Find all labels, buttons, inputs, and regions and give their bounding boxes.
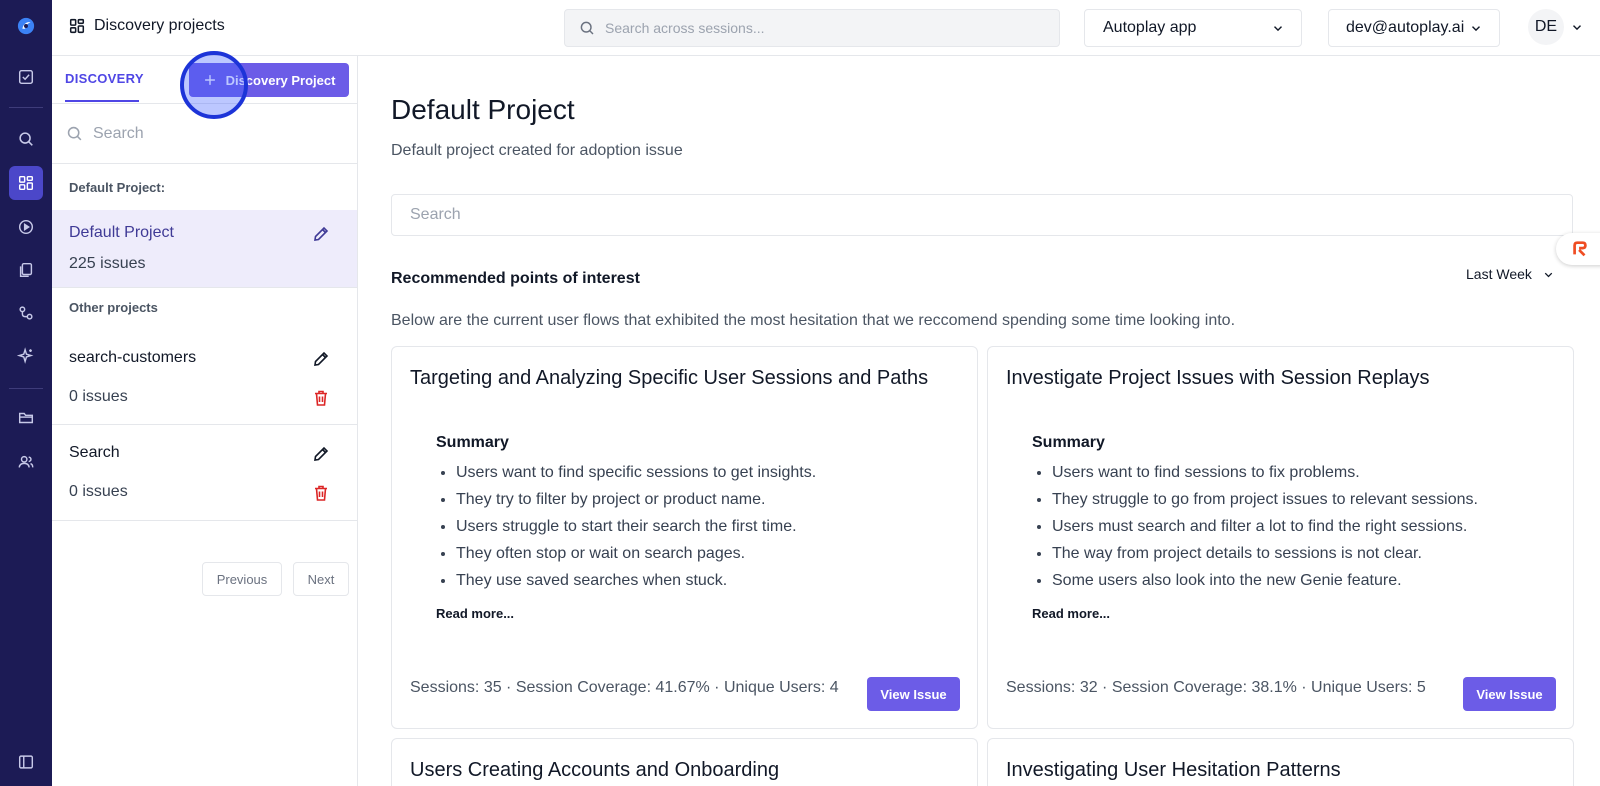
project-name: search-customers xyxy=(69,349,197,366)
global-search-input[interactable]: Search across sessions... xyxy=(564,9,1060,47)
summary-item: Users want to find sessions to fix probl… xyxy=(1052,462,1478,489)
header-title-text: Discovery projects xyxy=(94,17,225,34)
project-name: Default Project xyxy=(69,224,174,241)
project-issue-count: 0 issues xyxy=(69,483,128,500)
chevron-down-icon xyxy=(1274,26,1282,32)
summary-item: Users want to find specific sessions to … xyxy=(456,462,816,489)
edit-icon[interactable] xyxy=(311,444,331,464)
page-subtitle: Default project created for adoption iss… xyxy=(391,142,683,159)
app-select[interactable]: Autoplay app xyxy=(1084,9,1302,47)
trash-icon[interactable] xyxy=(311,483,331,503)
checkbox-icon[interactable] xyxy=(9,60,43,94)
flow-icon[interactable] xyxy=(9,296,43,330)
project-name: Search xyxy=(69,444,120,461)
summary-item: They use saved searches when stuck. xyxy=(456,570,816,597)
top-header: Discovery projects Search across session… xyxy=(52,0,1600,56)
user-select-value: dev@autoplay.ai xyxy=(1346,19,1465,36)
time-range-select[interactable]: Last Week xyxy=(1466,266,1555,282)
sidebar-toggle-icon[interactable] xyxy=(9,745,43,779)
issues-search-input[interactable]: Search xyxy=(391,194,1573,236)
issue-card-title: Investigating User Hesitation Patterns xyxy=(1006,759,1341,781)
summary-item: They struggle to go from project issues … xyxy=(1052,489,1478,516)
page-title: Default Project xyxy=(391,94,575,125)
grid-icon xyxy=(69,18,85,34)
projects-panel: DISCOVERY Discovery Project Search Defau… xyxy=(52,51,358,786)
widget-logo-icon xyxy=(1573,241,1587,257)
summary-item: They often stop or wait on search pages. xyxy=(456,543,816,570)
edit-icon[interactable] xyxy=(311,349,331,369)
users-icon[interactable] xyxy=(9,445,43,479)
summary-label: Summary xyxy=(436,434,509,451)
account-menu[interactable]: DE xyxy=(1528,9,1584,45)
main-content: Default Project Default project created … xyxy=(358,56,1600,786)
summary-list: Users want to find specific sessions to … xyxy=(456,462,816,597)
tab-underline xyxy=(65,100,139,102)
project-item-default[interactable]: Default Project 225 issues xyxy=(52,210,357,288)
read-more-link[interactable]: Read more... xyxy=(436,606,514,621)
issue-card: Investigating User Hesitation Patterns xyxy=(987,738,1574,786)
user-select[interactable]: dev@autoplay.ai xyxy=(1328,9,1500,47)
project-issue-count: 225 issues xyxy=(69,255,146,272)
edit-icon[interactable] xyxy=(311,224,331,244)
chevron-down-icon xyxy=(1544,272,1553,277)
summary-item: Users must search and filter a lot to fi… xyxy=(1052,516,1478,543)
other-projects-section-label: Other projects xyxy=(69,300,158,315)
view-issue-button[interactable]: View Issue xyxy=(1463,677,1556,711)
copy-icon[interactable] xyxy=(9,253,43,287)
sparkle-icon[interactable] xyxy=(9,339,43,373)
dashboard-icon[interactable] xyxy=(9,166,43,200)
project-item-search-customers[interactable]: search-customers 0 issues xyxy=(52,330,357,425)
search-icon[interactable] xyxy=(9,122,43,156)
feedback-widget[interactable] xyxy=(1556,233,1600,265)
project-search-input[interactable]: Search xyxy=(52,104,357,164)
play-icon[interactable] xyxy=(9,210,43,244)
summary-item: Some users also look into the new Genie … xyxy=(1052,570,1478,597)
header-title: Discovery projects xyxy=(68,17,225,35)
project-item-search[interactable]: Search 0 issues xyxy=(52,425,357,521)
app-select-value: Autoplay app xyxy=(1103,19,1197,36)
issue-stats: Sessions: 35 · Session Coverage: 41.67% … xyxy=(410,679,839,696)
left-rail xyxy=(0,0,52,786)
add-discovery-project-label: Discovery Project xyxy=(225,72,336,88)
rail-divider xyxy=(9,388,43,389)
search-icon xyxy=(67,126,82,141)
project-search-placeholder: Search xyxy=(93,124,144,142)
summary-item: They try to filter by project or product… xyxy=(456,489,816,516)
issue-card-title: Targeting and Analyzing Specific User Se… xyxy=(410,367,929,389)
issue-card: Investigate Project Issues with Session … xyxy=(987,346,1574,729)
issue-stats: Sessions: 32 · Session Coverage: 38.1% ·… xyxy=(1006,679,1426,696)
read-more-link[interactable]: Read more... xyxy=(1032,606,1110,621)
tab-discovery[interactable]: DISCOVERY xyxy=(65,71,144,86)
summary-item: Users struggle to start their search the… xyxy=(456,516,816,543)
issue-card: Users Creating Accounts and Onboarding xyxy=(391,738,978,786)
time-range-value: Last Week xyxy=(1466,266,1532,282)
default-project-section-label: Default Project: xyxy=(69,180,166,195)
recommended-title: Recommended points of interest xyxy=(391,270,640,287)
global-search-placeholder: Search across sessions... xyxy=(605,20,765,36)
add-discovery-project-button[interactable]: Discovery Project xyxy=(189,63,349,97)
previous-page-button[interactable]: Previous xyxy=(202,562,282,596)
issues-search-placeholder: Search xyxy=(410,206,461,223)
avatar: DE xyxy=(1528,9,1564,45)
chevron-down-icon xyxy=(1472,26,1480,32)
trash-icon[interactable] xyxy=(311,388,331,408)
summary-item: The way from project details to sessions… xyxy=(1052,543,1478,570)
folder-icon[interactable] xyxy=(9,401,43,435)
issue-card-title: Users Creating Accounts and Onboarding xyxy=(410,759,780,781)
next-page-button[interactable]: Next xyxy=(293,562,349,596)
issue-card: Targeting and Analyzing Specific User Se… xyxy=(391,346,978,729)
view-issue-button[interactable]: View Issue xyxy=(867,677,960,711)
logo-icon[interactable] xyxy=(9,9,43,43)
project-issue-count: 0 issues xyxy=(69,388,128,405)
rail-divider xyxy=(9,107,43,108)
summary-label: Summary xyxy=(1032,434,1105,451)
summary-list: Users want to find sessions to fix probl… xyxy=(1052,462,1478,597)
plus-icon xyxy=(204,75,215,85)
recommended-description: Below are the current user flows that ex… xyxy=(391,312,1236,329)
search-icon xyxy=(580,21,594,35)
chevron-down-icon xyxy=(1573,25,1581,31)
issue-card-title: Investigate Project Issues with Session … xyxy=(1006,367,1430,389)
